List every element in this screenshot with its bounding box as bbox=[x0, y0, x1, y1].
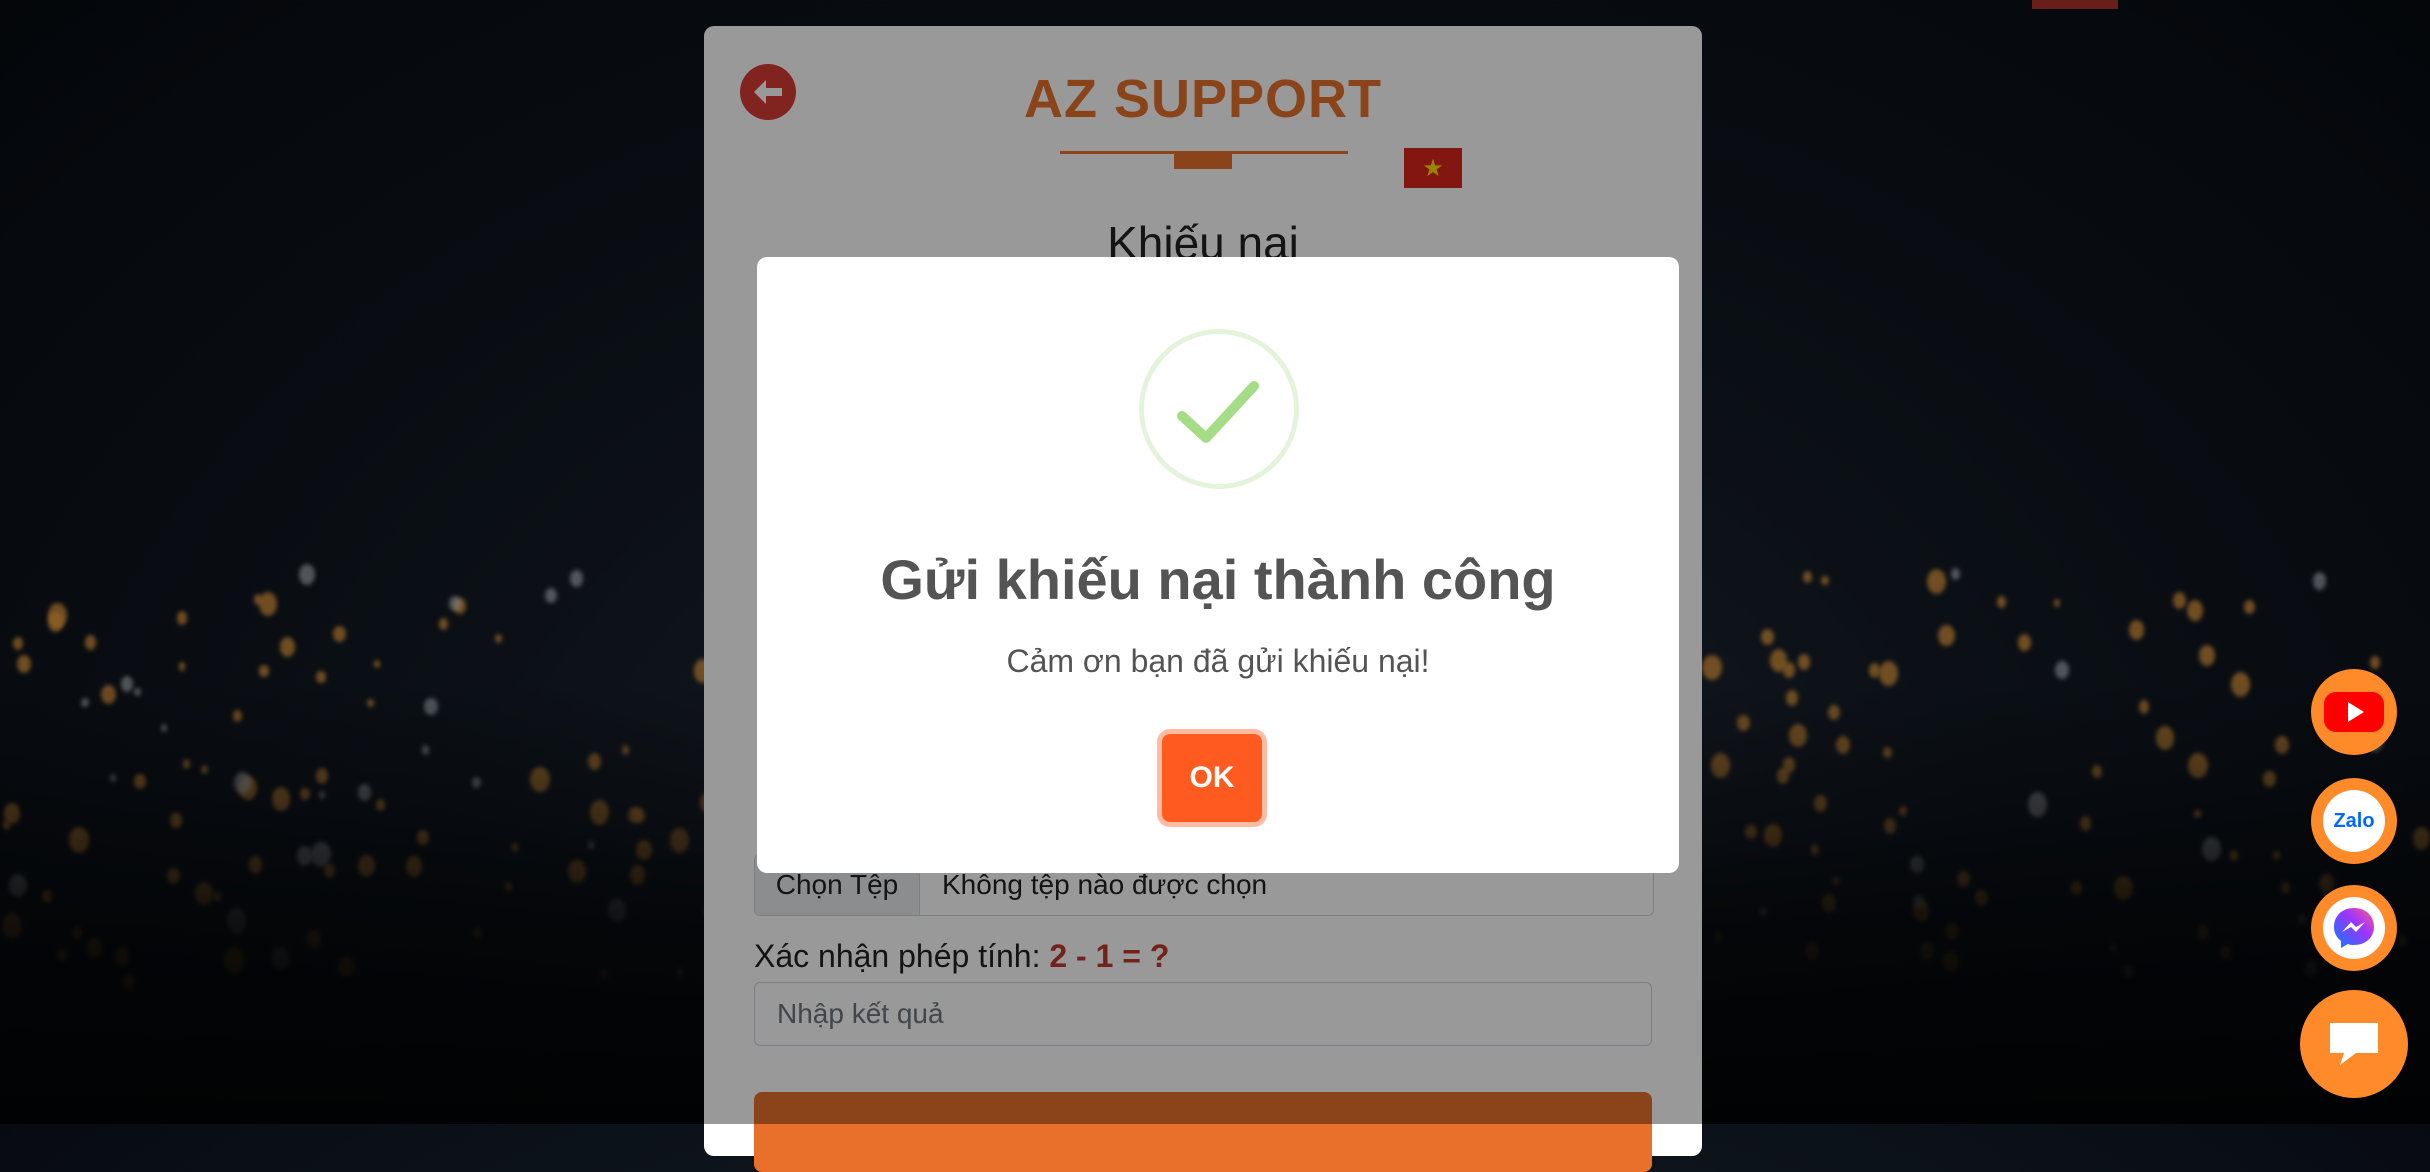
zalo-button[interactable]: Zalo bbox=[2311, 778, 2397, 864]
dialog-title: Gửi khiếu nại thành công bbox=[880, 548, 1556, 611]
dialog-message: Cảm ơn bạn đã gửi khiếu nại! bbox=[1006, 643, 1430, 679]
youtube-button[interactable] bbox=[2311, 669, 2397, 755]
success-dialog: Gửi khiếu nại thành công Cảm ơn bạn đã g… bbox=[757, 257, 1679, 873]
zalo-label: Zalo bbox=[2333, 809, 2375, 832]
chat-icon bbox=[2330, 1023, 2378, 1065]
ok-button[interactable]: OK bbox=[1162, 734, 1262, 822]
chat-button[interactable] bbox=[2300, 990, 2408, 1098]
messenger-button[interactable] bbox=[2311, 885, 2397, 971]
messenger-icon bbox=[2323, 897, 2385, 959]
youtube-icon bbox=[2324, 692, 2384, 732]
success-check-icon bbox=[1139, 329, 1299, 489]
zalo-icon: Zalo bbox=[2323, 790, 2385, 852]
